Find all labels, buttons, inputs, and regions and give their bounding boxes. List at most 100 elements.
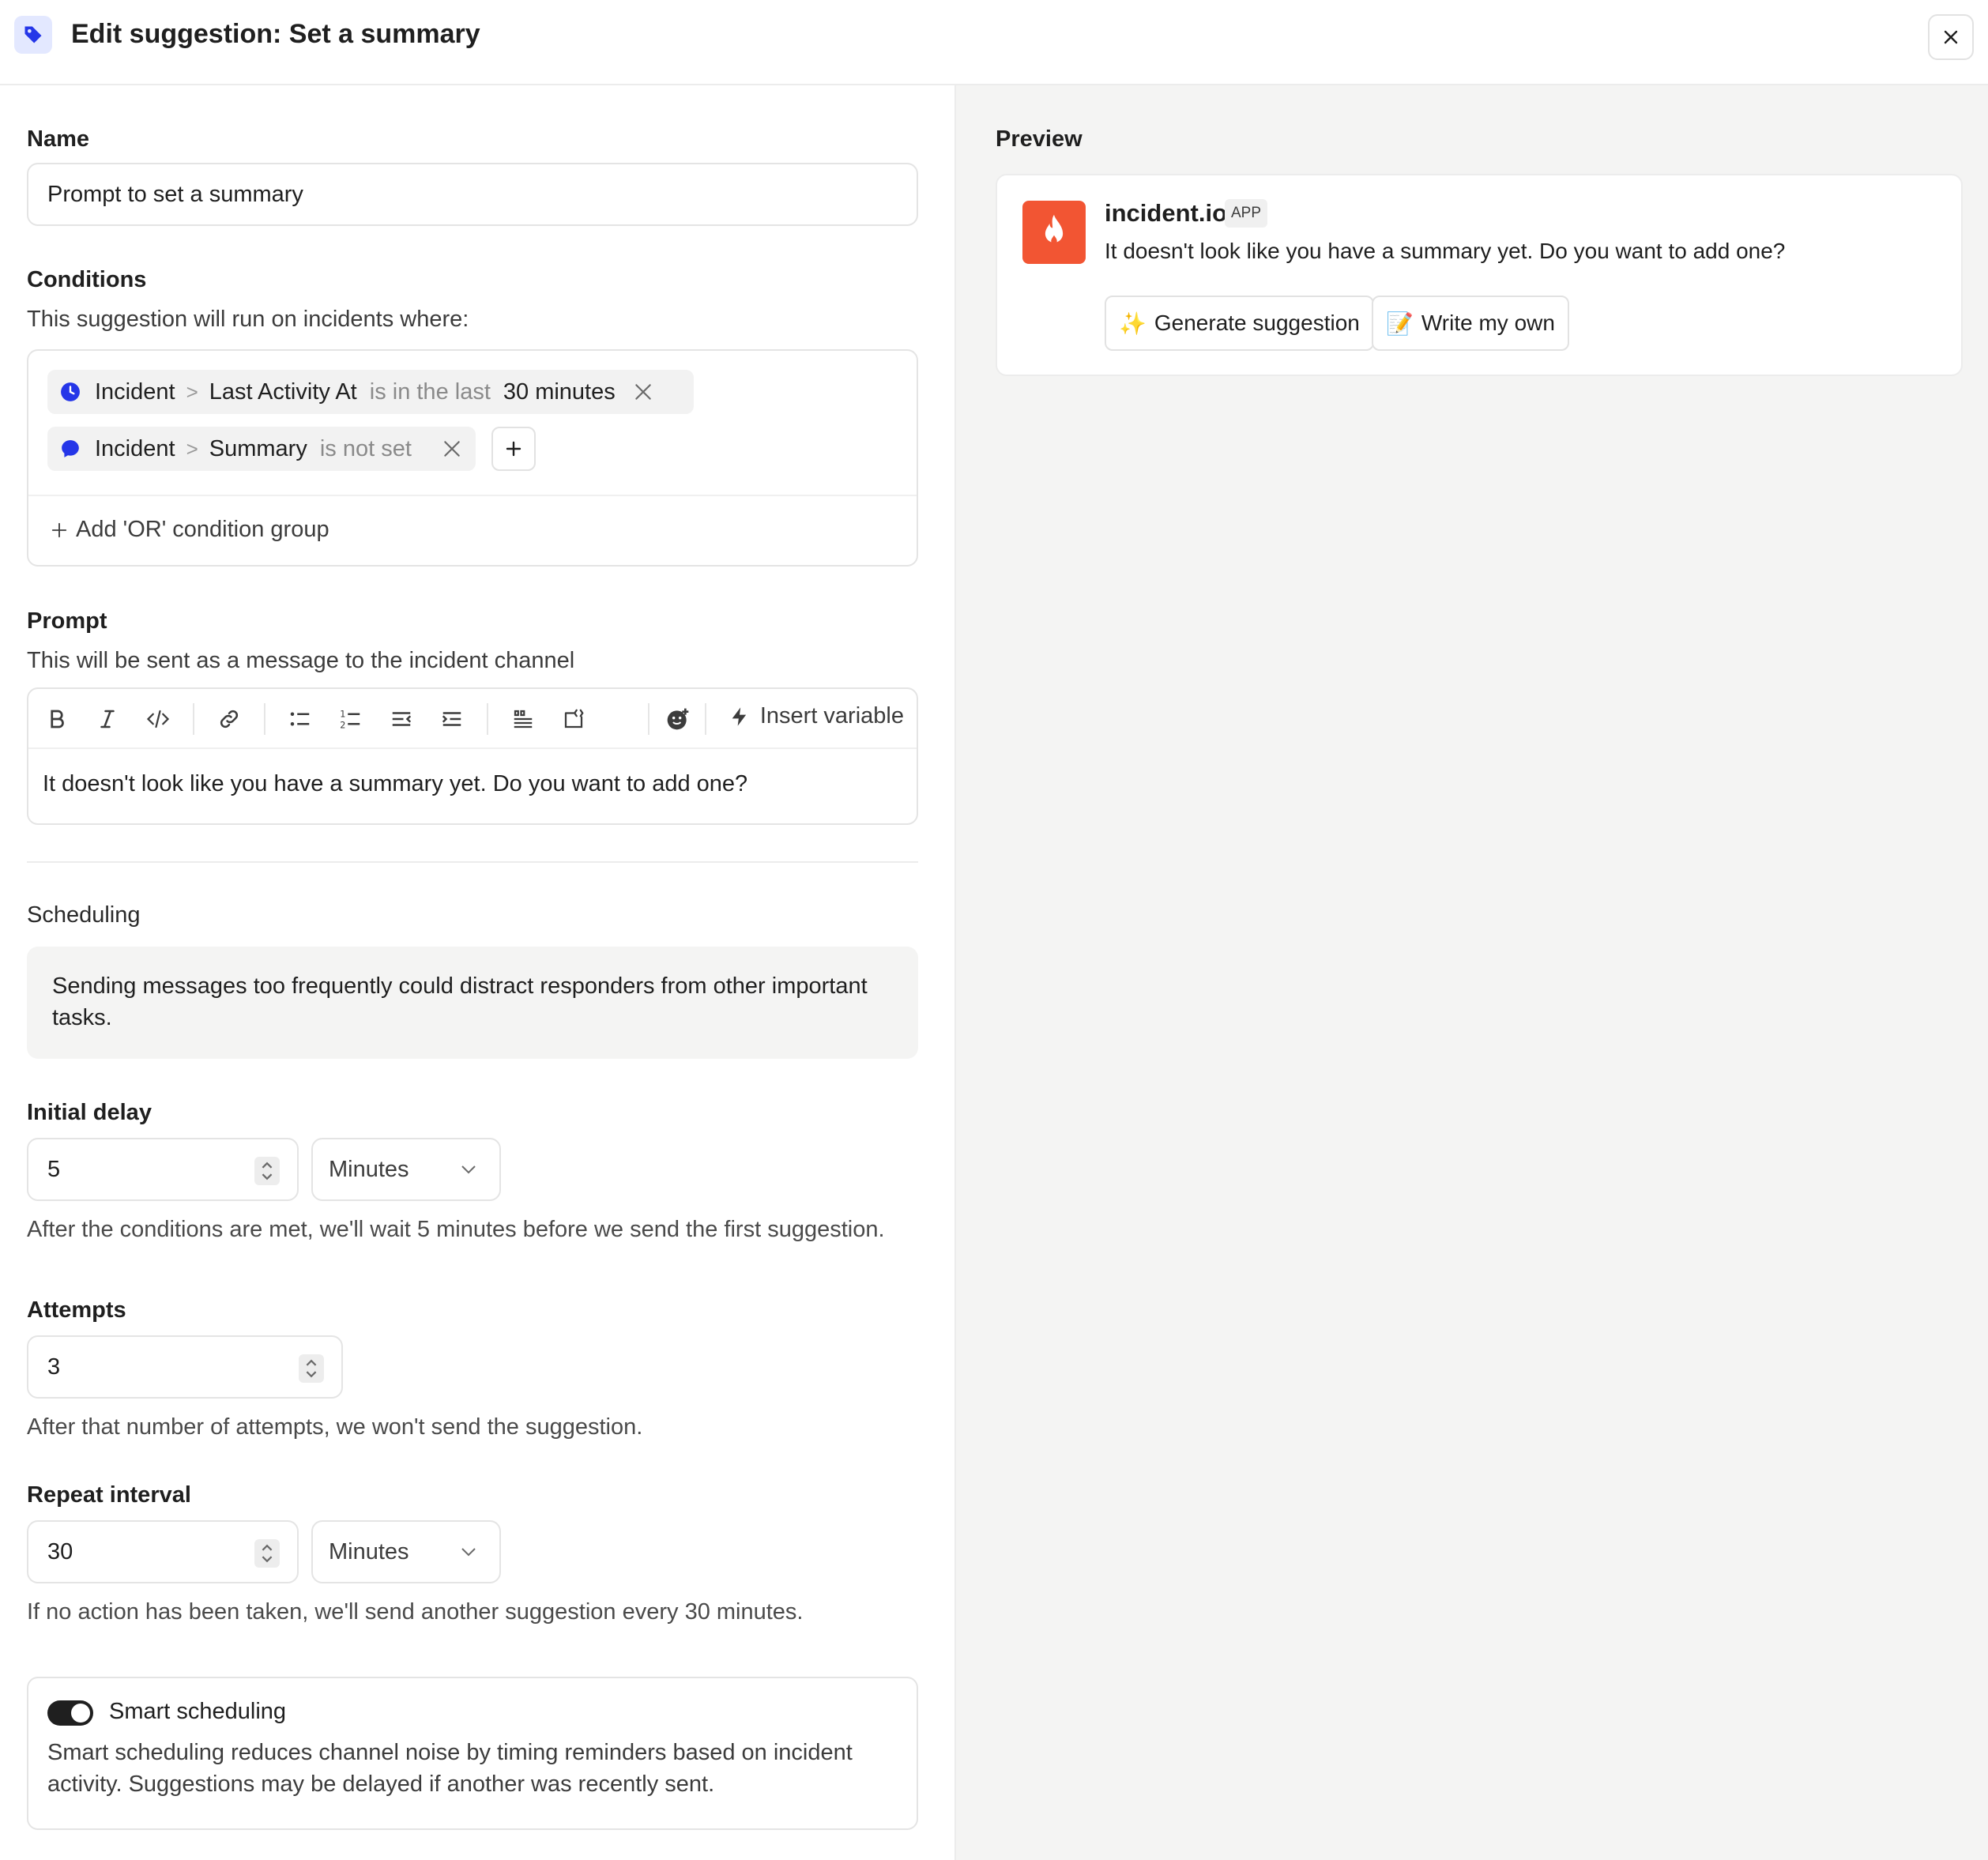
insert-variable-label: Insert variable: [759, 703, 904, 729]
incident-io-logo-icon: [1022, 201, 1086, 264]
close-button[interactable]: [1928, 14, 1974, 60]
chevron-down-icon: [461, 1165, 476, 1174]
name-label: Name: [27, 126, 89, 152]
condition-operator: is not set: [319, 435, 412, 461]
initial-delay-input[interactable]: 5: [27, 1138, 299, 1201]
lightning-icon: [732, 706, 747, 726]
stepper-icon[interactable]: [299, 1354, 324, 1383]
scheduling-label: Scheduling: [27, 902, 141, 928]
prompt-editor[interactable]: 12 Insert variable It doesn't look like …: [27, 687, 918, 825]
preview-panel: Preview incident.io APP It doesn't look …: [954, 85, 1988, 1860]
section-divider: [27, 861, 918, 863]
condition-field: Last Activity At: [209, 378, 357, 405]
smart-scheduling-description: Smart scheduling reduces channel noise b…: [47, 1740, 853, 1797]
condition-chip[interactable]: Incident > Summary is not set: [47, 427, 476, 471]
quote-icon[interactable]: [507, 703, 539, 735]
svg-text:1: 1: [340, 710, 345, 720]
attempts-label: Attempts: [27, 1297, 126, 1323]
write-my-own-button[interactable]: 📝 Write my own: [1372, 296, 1569, 351]
close-icon: [1944, 30, 1958, 44]
remove-condition-icon[interactable]: [633, 382, 653, 402]
app-tag: APP: [1225, 199, 1268, 228]
initial-delay-label: Initial delay: [27, 1100, 152, 1125]
preview-label: Preview: [996, 126, 1082, 152]
initial-delay-unit: Minutes: [329, 1156, 409, 1182]
add-condition-button[interactable]: [491, 427, 536, 471]
repeat-interval-value: 30: [47, 1538, 73, 1564]
toggle-knob: [71, 1704, 90, 1723]
chevron-down-icon: [461, 1548, 476, 1557]
prompt-subtitle: This will be sent as a message to the in…: [27, 648, 575, 673]
clock-icon: [61, 382, 80, 401]
editor-toolbar: 12 Insert variable: [28, 689, 917, 749]
italic-icon[interactable]: [92, 703, 123, 735]
memo-icon: 📝: [1386, 311, 1414, 336]
code-icon[interactable]: [142, 703, 174, 735]
toolbar-separator: [487, 703, 488, 735]
initial-delay-value: 5: [47, 1156, 61, 1182]
tag-icon: [14, 16, 52, 54]
divider: [28, 495, 917, 496]
svg-text:2: 2: [340, 720, 345, 730]
name-input-value: Prompt to set a summary: [47, 181, 303, 207]
repeat-interval-unit: Minutes: [329, 1538, 409, 1564]
button-label: Generate suggestion: [1154, 311, 1360, 335]
bullet-list-icon[interactable]: [284, 703, 316, 735]
conditions-label: Conditions: [27, 267, 147, 292]
emoji-icon[interactable]: [662, 703, 694, 735]
condition-subject: Incident: [95, 435, 175, 461]
initial-delay-unit-select[interactable]: Minutes: [311, 1138, 501, 1201]
insert-variable-button[interactable]: Insert variable: [729, 703, 904, 729]
modal-header: Edit suggestion: Set a summary: [0, 0, 1988, 85]
app-name: incident.io: [1105, 199, 1227, 227]
condition-field: Summary: [209, 435, 307, 461]
smart-scheduling-toggle[interactable]: [47, 1700, 93, 1726]
add-or-label: Add 'OR' condition group: [76, 517, 329, 542]
scheduling-warning: Sending messages too frequently could di…: [27, 947, 918, 1059]
toolbar-separator: [648, 703, 649, 735]
indent-icon[interactable]: [436, 703, 468, 735]
conditions-subtitle: This suggestion will run on incidents wh…: [27, 307, 469, 332]
toolbar-separator: [264, 703, 265, 735]
repeat-interval-unit-select[interactable]: Minutes: [311, 1520, 501, 1583]
bold-icon[interactable]: [41, 703, 73, 735]
initial-delay-help: After the conditions are met, we'll wait…: [27, 1217, 885, 1242]
chevron-right-icon: >: [186, 436, 198, 461]
chevron-right-icon: >: [186, 379, 198, 404]
sparkles-icon: ✨: [1119, 311, 1146, 336]
repeat-interval-help: If no action has been taken, we'll send …: [27, 1599, 804, 1625]
page-title: Edit suggestion: Set a summary: [71, 19, 480, 49]
prompt-text[interactable]: It doesn't look like you have a summary …: [43, 771, 747, 797]
plus-icon: [506, 441, 521, 457]
smart-scheduling-title: Smart scheduling: [109, 1699, 287, 1724]
generate-suggestion-button[interactable]: ✨ Generate suggestion: [1105, 296, 1374, 351]
stepper-icon[interactable]: [254, 1157, 280, 1185]
condition-value: 30 minutes: [503, 378, 616, 405]
repeat-interval-label: Repeat interval: [27, 1482, 191, 1508]
add-or-condition-button[interactable]: Add 'OR' condition group: [51, 517, 329, 543]
toolbar-separator: [705, 703, 706, 735]
plus-icon: [51, 522, 67, 537]
button-label: Write my own: [1421, 311, 1555, 335]
preview-message-card: incident.io APP It doesn't look like you…: [996, 174, 1963, 376]
code-block-icon[interactable]: [558, 703, 589, 735]
attempts-input[interactable]: 3: [27, 1335, 343, 1399]
outdent-icon[interactable]: [386, 703, 417, 735]
remove-condition-icon[interactable]: [442, 439, 462, 459]
condition-operator: is in the last: [369, 378, 491, 405]
repeat-interval-input[interactable]: 30: [27, 1520, 299, 1583]
attempts-value: 3: [47, 1354, 61, 1380]
condition-chip[interactable]: Incident > Last Activity At is in the la…: [47, 370, 694, 414]
prompt-label: Prompt: [27, 608, 107, 634]
name-input[interactable]: Prompt to set a summary: [27, 163, 918, 226]
conditions-group: Incident > Last Activity At is in the la…: [27, 349, 918, 567]
numbered-list-icon[interactable]: 12: [335, 703, 367, 735]
link-icon[interactable]: [213, 703, 245, 735]
toolbar-separator: [193, 703, 194, 735]
preview-message: It doesn't look like you have a summary …: [1105, 239, 1786, 263]
message-icon: [62, 440, 79, 457]
stepper-icon[interactable]: [254, 1539, 280, 1568]
smart-scheduling-card: Smart scheduling Smart scheduling reduce…: [27, 1677, 918, 1830]
condition-subject: Incident: [95, 378, 175, 405]
attempts-help: After that number of attempts, we won't …: [27, 1414, 643, 1440]
